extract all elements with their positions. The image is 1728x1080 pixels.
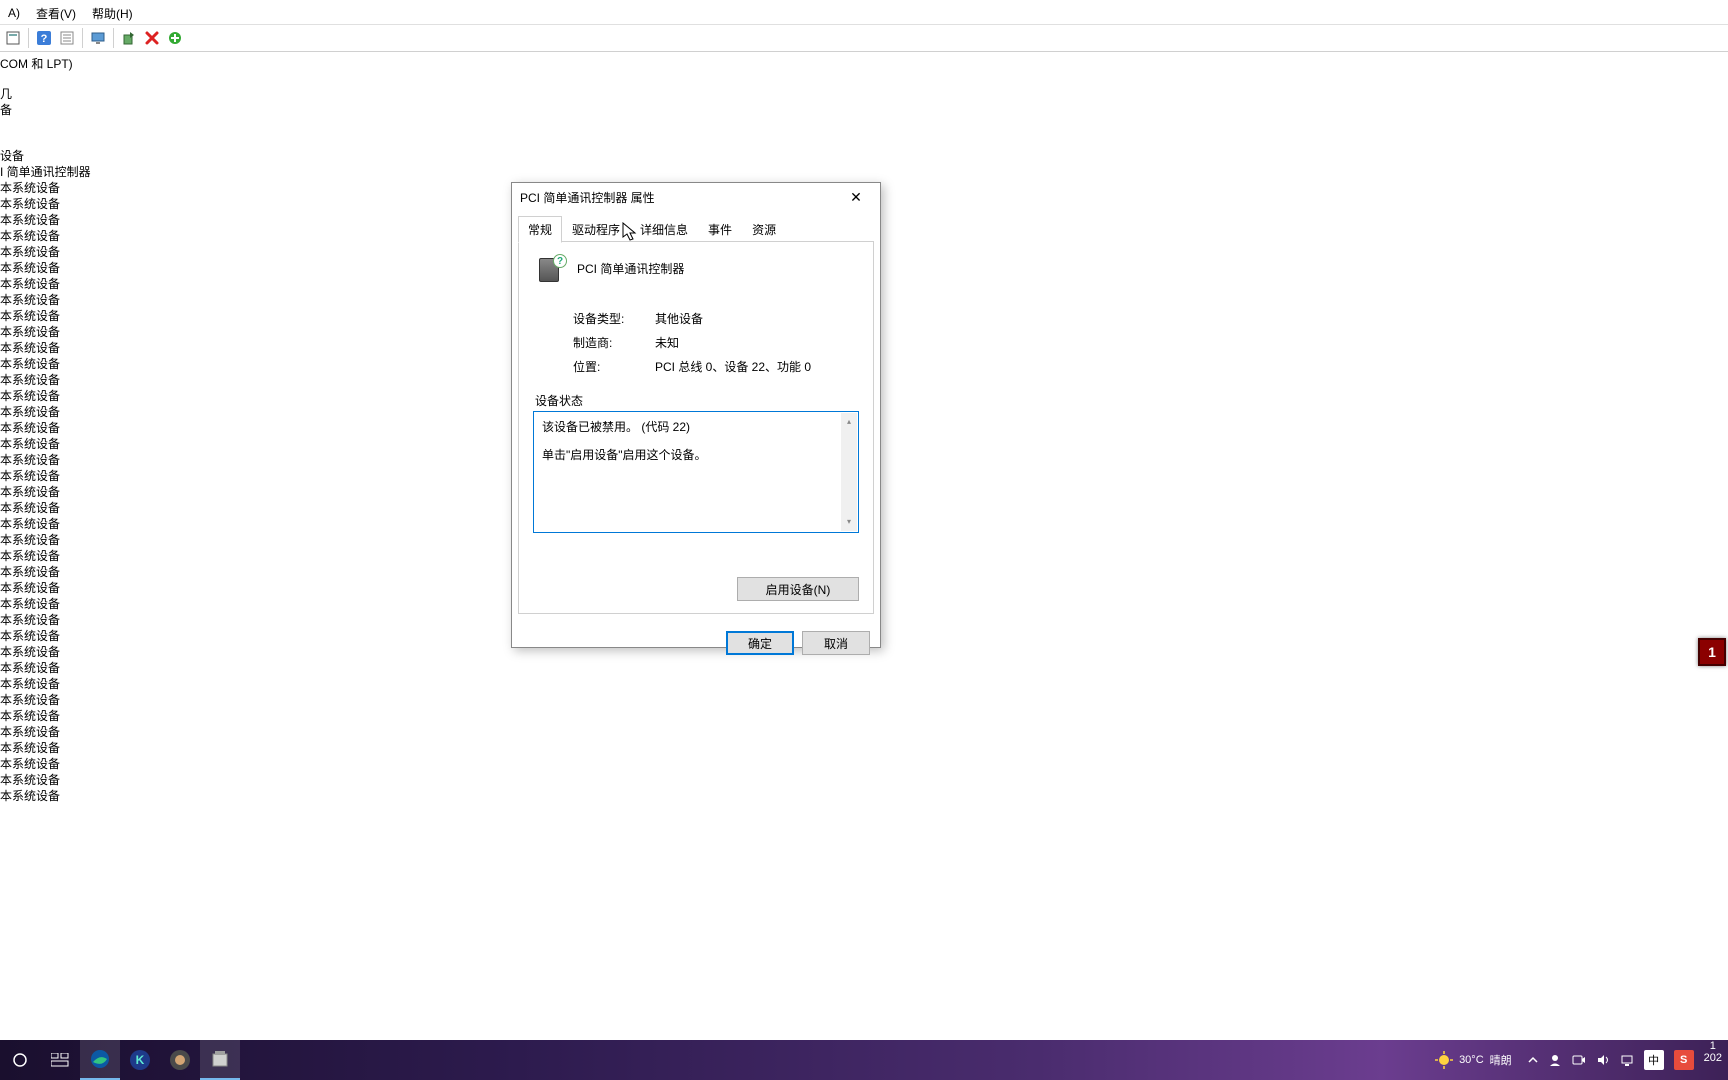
properties-icon[interactable]: [56, 27, 78, 49]
tree-system-device[interactable]: 本系统设备: [0, 708, 1728, 724]
tree-system-device[interactable]: 本系统设备: [0, 676, 1728, 692]
tree-system-device[interactable]: 本系统设备: [0, 772, 1728, 788]
weather-cond: 晴朗: [1490, 1052, 1512, 1068]
sun-icon: [1435, 1051, 1453, 1069]
value-location: PCI 总线 0、设备 22、功能 0: [655, 358, 811, 375]
menu-action[interactable]: A): [0, 2, 28, 24]
taskbar-app-k[interactable]: K: [120, 1040, 160, 1080]
tree-blank: [0, 118, 1728, 148]
close-icon[interactable]: ✕: [836, 184, 876, 210]
toolbar-separator: [82, 28, 83, 48]
ime-badge: 中: [1644, 1050, 1664, 1070]
tray-network-icon[interactable]: [1616, 1040, 1638, 1080]
clock-time: 1: [1710, 1040, 1716, 1052]
tree-node[interactable]: 几: [0, 86, 1728, 102]
status-textbox[interactable]: 该设备已被禁用。 (代码 22) 单击"启用设备"启用这个设备。 ▴▾: [533, 411, 859, 533]
value-manufacturer: 未知: [655, 334, 679, 351]
tree-system-device[interactable]: 本系统设备: [0, 692, 1728, 708]
tree-ports[interactable]: COM 和 LPT): [0, 56, 1728, 72]
weather-temp: 30°C: [1459, 1054, 1484, 1066]
svg-text:K: K: [136, 1053, 145, 1067]
tree-category[interactable]: 设备: [0, 148, 1728, 164]
help-icon[interactable]: ?: [33, 27, 55, 49]
menu-view[interactable]: 查看(V): [28, 1, 84, 26]
tab-strip: 常规 驱动程序 详细信息 事件 资源: [512, 211, 880, 242]
tray-sogou[interactable]: S: [1670, 1040, 1698, 1080]
device-chip-icon: ?: [537, 256, 565, 284]
device-info: 设备类型: 其他设备 制造商: 未知 位置: PCI 总线 0、设备 22、功能…: [573, 306, 859, 378]
toolbar-separator: [28, 28, 29, 48]
update-driver-icon[interactable]: [118, 27, 140, 49]
tab-events[interactable]: 事件: [698, 216, 742, 243]
label-location: 位置:: [573, 358, 655, 375]
tray-people-icon[interactable]: [1544, 1040, 1566, 1080]
floating-badge[interactable]: 1: [1698, 638, 1726, 666]
status-line: 单击"启用设备"启用这个设备。: [542, 446, 850, 464]
sogou-badge: S: [1674, 1050, 1694, 1070]
tree-system-device[interactable]: 本系统设备: [0, 724, 1728, 740]
start-button[interactable]: [0, 1040, 40, 1080]
svg-text:?: ?: [41, 33, 48, 45]
toolbar-btn-1[interactable]: [2, 27, 24, 49]
clock-date: 202: [1704, 1052, 1722, 1064]
toolbar: ?: [0, 24, 1728, 52]
tree-pci-item[interactable]: I 简单通讯控制器: [0, 164, 1728, 180]
tree-system-device[interactable]: 本系统设备: [0, 756, 1728, 772]
scrollbar[interactable]: ▴▾: [841, 413, 857, 531]
taskbar-app-devmgr[interactable]: [200, 1040, 240, 1080]
menu-help[interactable]: 帮助(H): [84, 1, 141, 26]
tab-driver[interactable]: 驱动程序: [562, 216, 630, 243]
device-header: ? PCI 简单通讯控制器: [533, 256, 859, 284]
tab-details[interactable]: 详细信息: [630, 216, 698, 243]
label-device-type: 设备类型:: [573, 310, 655, 327]
value-device-type: 其他设备: [655, 310, 703, 327]
weather-widget[interactable]: 30°C 晴朗: [1425, 1040, 1522, 1080]
status-line: 该设备已被禁用。 (代码 22): [542, 418, 850, 436]
tree-system-device[interactable]: 本系统设备: [0, 740, 1728, 756]
menu-bar: A) 查看(V) 帮助(H): [0, 0, 1728, 24]
taskbar-app-3[interactable]: [160, 1040, 200, 1080]
tray-ime[interactable]: 中: [1640, 1040, 1668, 1080]
taskbar-left: K: [0, 1040, 240, 1080]
dialog-titlebar[interactable]: PCI 简单通讯控制器 属性 ✕: [512, 183, 880, 211]
dialog-footer: 确定 取消: [512, 620, 880, 666]
tray-meet-icon[interactable]: [1568, 1040, 1590, 1080]
tab-resources[interactable]: 资源: [742, 216, 786, 243]
tray-clock[interactable]: 1 202: [1700, 1040, 1726, 1080]
tree-node[interactable]: 备: [0, 102, 1728, 118]
monitor-icon[interactable]: [87, 27, 109, 49]
taskbar: K 30°C 晴朗 中 S: [0, 1040, 1728, 1080]
disable-icon[interactable]: [141, 27, 163, 49]
enable-icon[interactable]: [164, 27, 186, 49]
status-fieldset: 设备状态 该设备已被禁用。 (代码 22) 单击"启用设备"启用这个设备。 ▴▾: [533, 392, 859, 533]
task-view-button[interactable]: [40, 1040, 80, 1080]
tray-volume-icon[interactable]: [1592, 1040, 1614, 1080]
taskbar-right: 30°C 晴朗 中 S 1 202: [1425, 1040, 1728, 1080]
tree-blank: [0, 72, 1728, 86]
properties-dialog: PCI 简单通讯控制器 属性 ✕ 常规 驱动程序 详细信息 事件 资源 ? PC…: [511, 182, 881, 648]
toolbar-separator: [113, 28, 114, 48]
tab-body-general: ? PCI 简单通讯控制器 设备类型: 其他设备 制造商: 未知 位置: PCI…: [518, 242, 874, 614]
ok-button[interactable]: 确定: [726, 631, 794, 655]
tab-general[interactable]: 常规: [518, 216, 562, 243]
dialog-title: PCI 简单通讯控制器 属性: [520, 189, 836, 206]
device-name-label: PCI 简单通讯控制器: [577, 256, 684, 277]
label-manufacturer: 制造商:: [573, 334, 655, 351]
enable-device-button[interactable]: 启用设备(N): [737, 577, 859, 601]
tray-chevron-up-icon[interactable]: [1524, 1040, 1542, 1080]
tree-system-device[interactable]: 本系统设备: [0, 788, 1728, 804]
taskbar-app-edge[interactable]: [80, 1040, 120, 1080]
status-label: 设备状态: [533, 392, 585, 409]
cancel-button[interactable]: 取消: [802, 631, 870, 655]
